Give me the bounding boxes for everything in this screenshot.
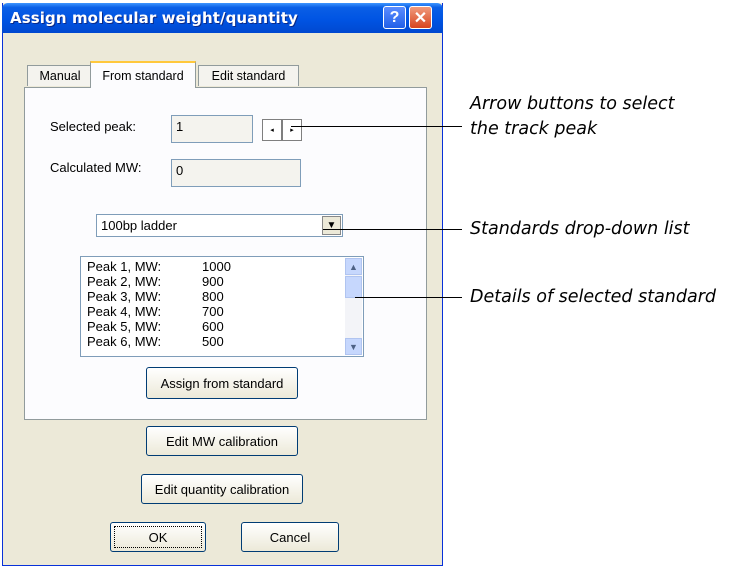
chevron-down-icon: ▼ bbox=[349, 341, 358, 352]
list-item[interactable]: Peak 2, MW: 900 bbox=[87, 274, 224, 289]
scroll-down-button[interactable]: ▼ bbox=[345, 338, 362, 355]
list-item[interactable]: Peak 4, MW: 700 bbox=[87, 304, 224, 319]
scroll-thumb[interactable] bbox=[345, 276, 362, 298]
calculated-mw-field: 0 bbox=[171, 159, 301, 187]
list-item[interactable]: Peak 3, MW: 800 bbox=[87, 289, 224, 304]
standards-dropdown-value: 100bp ladder bbox=[101, 218, 177, 233]
arrow-right-icon: ▸ bbox=[290, 127, 294, 134]
assign-from-standard-button[interactable]: Assign from standard bbox=[146, 367, 298, 399]
edit-mw-calibration-button[interactable]: Edit MW calibration bbox=[146, 426, 298, 456]
selected-peak-field: 1 bbox=[171, 115, 253, 143]
tab-manual[interactable]: Manual bbox=[27, 65, 93, 86]
peak-spin-buttons: ◂ ▸ bbox=[262, 119, 302, 141]
arrow-buttons-callout: Arrow buttons to select the track peak bbox=[470, 94, 675, 139]
help-button[interactable]: ? bbox=[383, 6, 406, 29]
list-item[interactable]: Peak 1, MW: 1000 bbox=[87, 259, 231, 274]
dropdown-button[interactable]: ▼ bbox=[322, 216, 341, 235]
chevron-up-icon: ▲ bbox=[349, 261, 358, 272]
next-peak-button[interactable]: ▸ bbox=[282, 119, 302, 141]
cancel-button[interactable]: Cancel bbox=[241, 522, 339, 552]
title-bar[interactable]: Assign molecular weight/quantity ? ✕ bbox=[2, 3, 443, 33]
help-icon: ? bbox=[389, 8, 400, 26]
close-button[interactable]: ✕ bbox=[409, 6, 432, 29]
selected-peak-label: Selected peak: bbox=[50, 119, 137, 134]
previous-peak-button[interactable]: ◂ bbox=[262, 119, 282, 141]
tab-edit-standard[interactable]: Edit standard bbox=[198, 65, 299, 86]
edit-quantity-calibration-button[interactable]: Edit quantity calibration bbox=[141, 474, 303, 504]
scroll-up-button[interactable]: ▲ bbox=[345, 258, 362, 275]
standards-dropdown[interactable]: 100bp ladder ▼ bbox=[96, 214, 343, 237]
list-scrollbar[interactable]: ▲ ▼ bbox=[345, 258, 362, 355]
calculated-mw-value: 0 bbox=[176, 163, 184, 178]
close-icon: ✕ bbox=[413, 9, 428, 27]
list-item[interactable]: Peak 5, MW: 600 bbox=[87, 319, 224, 334]
dropdown-callout: Standards drop-down list bbox=[470, 219, 690, 239]
calculated-mw-label: Calculated MW: bbox=[50, 160, 142, 175]
dialog-title: Assign molecular weight/quantity bbox=[10, 9, 298, 27]
selected-peak-value: 1 bbox=[176, 119, 184, 134]
arrow-buttons-leader-line bbox=[291, 126, 462, 127]
ok-button[interactable]: OK bbox=[110, 522, 206, 552]
tab-from-standard[interactable]: From standard bbox=[90, 61, 196, 88]
dropdown-leader-line bbox=[323, 229, 462, 230]
arrow-left-icon: ◂ bbox=[270, 127, 274, 134]
standard-details-list[interactable]: Peak 1, MW: 1000 Peak 2, MW: 900 Peak 3, M… bbox=[80, 256, 364, 357]
list-item[interactable]: Peak 6, MW: 500 bbox=[87, 334, 224, 349]
details-callout: Details of selected standard bbox=[470, 287, 717, 307]
details-leader-line bbox=[355, 297, 462, 298]
